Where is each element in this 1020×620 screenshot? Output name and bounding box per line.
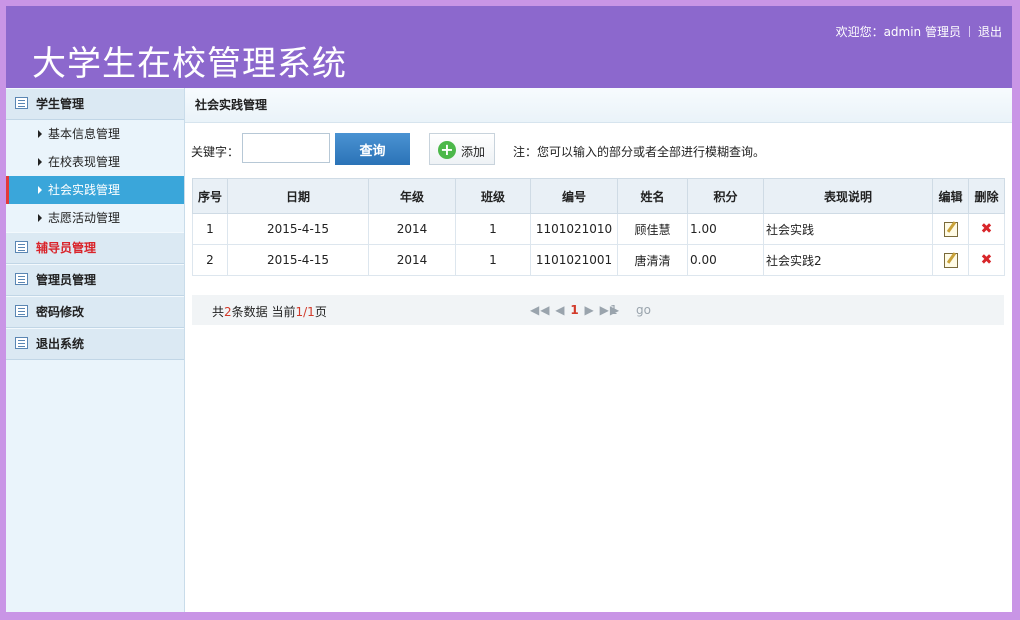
goto-page-input[interactable]: 1: [610, 303, 618, 317]
main-content: 社会实践管理 关键字： 查询 + 添加 注：您可以输入的部分或者全部进行模糊查询…: [185, 88, 1012, 612]
next-page-icon[interactable]: ▶: [585, 303, 595, 317]
sidebar-group-label: 辅导员管理: [36, 241, 97, 255]
query-button[interactable]: 查询: [335, 133, 410, 165]
sidebar-item-label: 在校表现管理: [48, 155, 121, 169]
breadcrumb: 社会实践管理: [185, 88, 1012, 123]
logout-link[interactable]: 退出: [978, 23, 1002, 40]
sidebar-item-volunteer[interactable]: 志愿活动管理: [6, 204, 184, 232]
top-header: 大学生在校管理系统 欢迎您：admin 管理员 退出: [6, 6, 1012, 88]
col-header: 班级: [455, 178, 531, 214]
cell-date: 2015-4-15: [227, 213, 369, 245]
sidebar: 学生管理 基本信息管理 在校表现管理 社会实践管理 志愿活动管理 辅导员管理 管…: [6, 88, 185, 612]
list-icon: [15, 273, 28, 285]
sidebar-group-label: 学生管理: [36, 97, 85, 111]
col-header: 积分: [687, 178, 764, 214]
user-bar: 欢迎您：admin 管理员 退出: [836, 23, 1002, 40]
app-window: 大学生在校管理系统 欢迎您：admin 管理员 退出 学生管理 基本信息管理 在…: [6, 6, 1012, 612]
pagination: 共2条数据 当前1/1页 ◀◀ ◀ 1 ▶ ▶▶ 1 go: [192, 295, 1004, 325]
cell-grade: 2014: [368, 213, 456, 245]
add-button-label: 添加: [461, 145, 486, 159]
add-button[interactable]: + 添加: [429, 133, 495, 165]
current-page: 1: [295, 305, 304, 319]
table-row: 1 2015-4-15 2014 1 1101021010 顾佳慧 1.00 社…: [192, 213, 1005, 245]
cell-description: 社会实践2: [763, 244, 933, 276]
sidebar-item-label: 基本信息管理: [48, 127, 121, 141]
app-title: 大学生在校管理系统: [32, 44, 347, 84]
first-page-icon[interactable]: ◀◀: [530, 303, 550, 317]
cell-name: 唐清清: [617, 244, 688, 276]
sidebar-item-label: 社会实践管理: [48, 183, 121, 197]
triangle-right-icon: [38, 158, 42, 166]
pager-text: 页: [314, 305, 327, 319]
cell-student-id: 1101021001: [530, 244, 618, 276]
col-header: 年级: [368, 178, 456, 214]
cell-class: 1: [455, 244, 531, 276]
sidebar-group-password[interactable]: 密码修改: [6, 296, 184, 328]
list-icon: [15, 305, 28, 317]
cell-edit: [932, 213, 969, 245]
table-header-row: 序号 日期 年级 班级 编号 姓名 积分 表现说明 编辑 删除: [192, 178, 1005, 214]
cell-delete: ✖: [968, 244, 1005, 276]
sidebar-item-label: 志愿活动管理: [48, 211, 121, 225]
col-header: 表现说明: [763, 178, 933, 214]
keyword-input[interactable]: [242, 133, 330, 163]
edit-icon[interactable]: [943, 221, 958, 237]
list-icon: [15, 97, 28, 109]
cell-class: 1: [455, 213, 531, 245]
sidebar-group-label: 退出系统: [36, 337, 85, 351]
pager-nav: ◀◀ ◀ 1 ▶ ▶▶: [530, 303, 620, 317]
cell-score: 1.00: [687, 213, 764, 245]
list-icon: [15, 337, 28, 349]
col-header: 序号: [192, 178, 228, 214]
pagination-info: 共2条数据 当前1/1页: [212, 303, 327, 320]
cell-index: 1: [192, 213, 228, 245]
prev-page-icon[interactable]: ◀: [555, 303, 565, 317]
delete-icon[interactable]: ✖: [981, 252, 993, 268]
triangle-right-icon: [38, 214, 42, 222]
divider: [968, 26, 970, 37]
cell-name: 顾佳慧: [617, 213, 688, 245]
sidebar-item-performance[interactable]: 在校表现管理: [6, 148, 184, 176]
delete-icon[interactable]: ✖: [981, 221, 993, 237]
cell-score: 0.00: [687, 244, 764, 276]
col-header: 编号: [530, 178, 618, 214]
search-bar: 关键字： 查询 + 添加 注：您可以输入的部分或者全部进行模糊查询。: [191, 133, 1006, 167]
col-header: 删除: [968, 178, 1005, 214]
keyword-label: 关键字：: [191, 145, 240, 159]
cell-index: 2: [192, 244, 228, 276]
welcome-text: 欢迎您：admin 管理员: [835, 25, 961, 39]
total-count: 2: [224, 305, 232, 319]
search-hint: 注：您可以输入的部分或者全部进行模糊查询。: [513, 145, 766, 159]
go-button[interactable]: go: [636, 303, 651, 317]
sidebar-item-social-practice[interactable]: 社会实践管理: [6, 176, 184, 204]
col-header: 编辑: [932, 178, 969, 214]
sidebar-group-student[interactable]: 学生管理: [6, 88, 184, 120]
cell-delete: ✖: [968, 213, 1005, 245]
list-icon: [15, 241, 28, 253]
pager-text: 条数据 当前: [231, 305, 296, 319]
triangle-right-icon: [38, 130, 42, 138]
table-row: 2 2015-4-15 2014 1 1101021001 唐清清 0.00 社…: [192, 244, 1005, 276]
cell-grade: 2014: [368, 244, 456, 276]
practice-table: 序号 日期 年级 班级 编号 姓名 积分 表现说明 编辑 删除 1 2015-4…: [192, 178, 1005, 276]
pager-text: 共: [212, 305, 225, 319]
sidebar-group-label: 管理员管理: [36, 273, 97, 287]
sidebar-group-counselor[interactable]: 辅导员管理: [6, 232, 184, 264]
page-count: 1: [307, 305, 315, 319]
sidebar-item-basic-info[interactable]: 基本信息管理: [6, 120, 184, 148]
col-header: 日期: [227, 178, 369, 214]
edit-icon[interactable]: [943, 252, 958, 268]
sidebar-group-admin[interactable]: 管理员管理: [6, 264, 184, 296]
cell-edit: [932, 244, 969, 276]
plus-icon: +: [438, 141, 456, 159]
sidebar-group-label: 密码修改: [36, 305, 85, 319]
cell-date: 2015-4-15: [227, 244, 369, 276]
current-page-number[interactable]: 1: [570, 303, 579, 317]
cell-description: 社会实践: [763, 213, 933, 245]
col-header: 姓名: [617, 178, 688, 214]
cell-student-id: 1101021010: [530, 213, 618, 245]
triangle-right-icon: [38, 186, 42, 194]
sidebar-group-exit[interactable]: 退出系统: [6, 328, 184, 360]
